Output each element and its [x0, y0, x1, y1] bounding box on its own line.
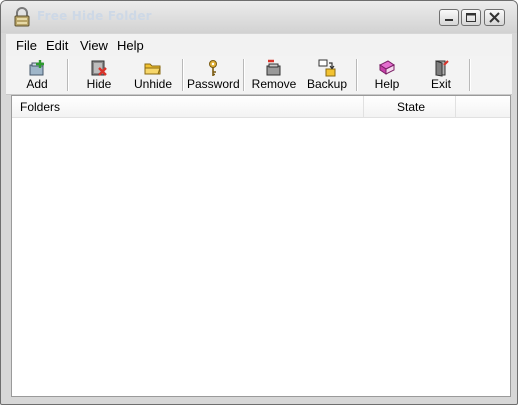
menu-edit[interactable]: Edit: [46, 38, 68, 53]
backup-label: Backup: [306, 77, 348, 91]
toolbar-separator: [243, 59, 245, 91]
toolbar-separator: [356, 59, 358, 91]
remove-label: Remove: [251, 77, 297, 91]
column-label: State: [397, 100, 426, 114]
close-button[interactable]: [484, 9, 505, 26]
menu-bar: File Edit View Help: [6, 34, 512, 56]
exit-button[interactable]: Exit: [418, 56, 464, 94]
toolbar-separator: [182, 59, 184, 91]
folder-list[interactable]: Folders State: [11, 95, 511, 397]
menu-help[interactable]: Help: [117, 38, 144, 53]
add-label: Add: [26, 77, 48, 91]
exit-door-icon: [435, 60, 449, 77]
unhide-button[interactable]: Unhide: [128, 56, 178, 94]
backup-button[interactable]: Backup: [304, 56, 350, 94]
hide-label: Hide: [86, 77, 112, 91]
hide-icon: [91, 60, 107, 76]
column-label: Folders: [20, 100, 61, 114]
title-bar[interactable]: Free Hide Folder: [1, 1, 517, 33]
padlock-icon: [14, 7, 30, 27]
add-button[interactable]: Add: [14, 56, 60, 94]
maximize-icon: [466, 13, 476, 22]
minimize-button[interactable]: [439, 9, 459, 26]
help-button[interactable]: Help: [364, 56, 410, 94]
list-header: Folders State: [12, 96, 510, 118]
minimize-icon: [445, 19, 453, 21]
password-label: Password: [187, 77, 240, 91]
unhide-label: Unhide: [133, 77, 173, 91]
backup-icon: [318, 59, 336, 77]
toolbar: Add Hide Unhide Password Remove Backup H…: [6, 56, 512, 95]
key-icon: [209, 60, 217, 76]
help-book-icon: [379, 60, 395, 75]
window-title: Free Hide Folder: [37, 9, 152, 23]
toolbar-separator: [469, 59, 471, 91]
app-window: Free Hide Folder File Edit View Help Add…: [0, 0, 518, 405]
close-icon: [489, 12, 500, 23]
password-button[interactable]: Password: [187, 56, 240, 94]
hide-button[interactable]: Hide: [76, 56, 122, 94]
add-icon: [29, 60, 44, 76]
column-header-state[interactable]: State: [364, 96, 456, 118]
exit-label: Exit: [430, 77, 451, 91]
help-label: Help: [374, 77, 400, 91]
unhide-icon: [144, 63, 161, 75]
toolbar-separator: [67, 59, 69, 91]
maximize-button[interactable]: [461, 9, 481, 26]
remove-button[interactable]: Remove: [250, 56, 298, 94]
remove-icon: [266, 59, 281, 76]
list-body[interactable]: [12, 118, 510, 396]
menu-file[interactable]: File: [16, 38, 37, 53]
menu-view[interactable]: View: [80, 38, 108, 53]
column-header-folders[interactable]: Folders: [12, 96, 364, 118]
